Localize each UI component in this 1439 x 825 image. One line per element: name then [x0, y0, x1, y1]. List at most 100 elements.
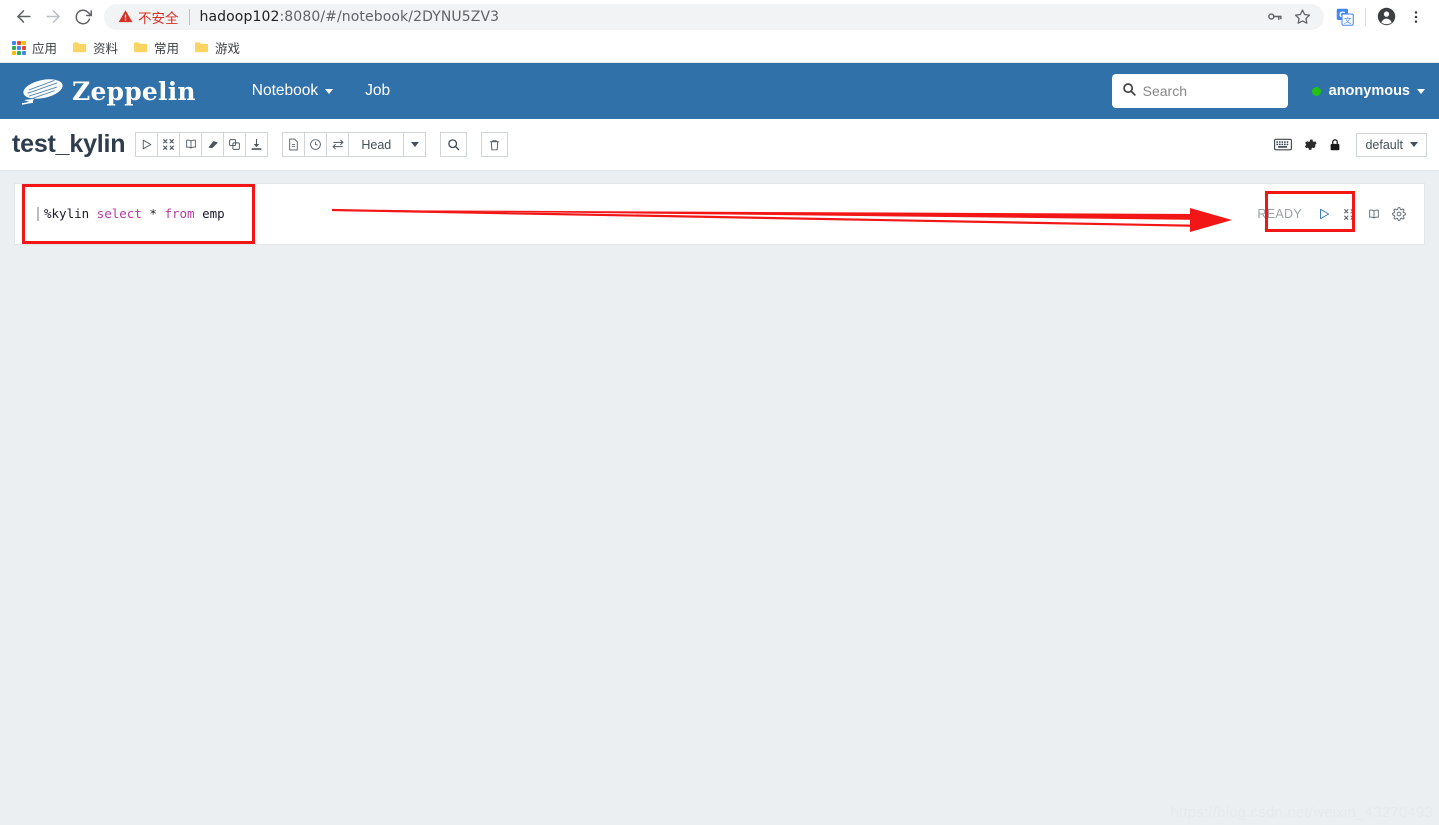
chevron-down-icon: [410, 142, 419, 147]
reload-icon[interactable]: [68, 2, 98, 32]
zeppelin-brand[interactable]: Zeppelin: [20, 74, 196, 108]
bookmark-label: 资料: [93, 41, 119, 56]
toggle-output-button[interactable]: [1363, 203, 1385, 225]
chevron-down-icon: [1417, 88, 1425, 94]
omnibox-actions: [1260, 4, 1318, 30]
run-all-paragraphs-button[interactable]: [135, 132, 159, 157]
warning-triangle-icon: [118, 9, 133, 24]
code-line: %kylin select * from emp: [37, 205, 225, 223]
notebook-action-group: [135, 132, 269, 157]
code-token-keyword-select: select: [96, 206, 142, 221]
paragraph-controls: READY: [1257, 184, 1424, 244]
search-code-button[interactable]: [440, 132, 468, 157]
compare-revisions-button[interactable]: [326, 132, 350, 157]
bookmark-label: 应用: [32, 41, 58, 56]
zeppelin-navbar: Zeppelin Notebook Job anonymous: [0, 63, 1439, 119]
security-warning-label: 不安全: [138, 10, 179, 27]
user-menu[interactable]: anonymous: [1311, 83, 1425, 99]
code-token-table: emp: [202, 206, 225, 221]
paragraph-row: %kylin select * from emp READY: [14, 183, 1425, 245]
interpreter-binding-label: default: [1365, 137, 1403, 152]
clone-notebook-button[interactable]: [223, 132, 247, 157]
browser-extensions: G文: [1324, 2, 1431, 32]
three-dot-menu-icon[interactable]: [1401, 2, 1431, 32]
forward-icon[interactable]: [38, 2, 68, 32]
search-input[interactable]: [1142, 83, 1278, 99]
bookmark-bar: 应用 资料 常用 游戏: [0, 33, 1439, 63]
run-paragraph-button[interactable]: [1313, 203, 1335, 225]
revision-history-button[interactable]: [304, 132, 328, 157]
code-token-star: *: [149, 206, 157, 221]
user-name-label: anonymous: [1328, 83, 1410, 99]
connection-status-dot: [1311, 86, 1321, 96]
toolbar-right-controls: default: [1270, 132, 1427, 157]
code-token-keyword-from: from: [164, 206, 195, 221]
delete-notebook-button[interactable]: [481, 132, 509, 157]
watermark: https://blog.csdn.net/weixin_43270493: [1170, 804, 1433, 821]
hide-editor-button[interactable]: [1338, 203, 1360, 225]
browser-chrome: 不安全 hadoop102:8080/#/notebook/2DYNU5ZV3 …: [0, 0, 1439, 63]
search-box[interactable]: [1111, 74, 1288, 108]
notebook-settings-icon[interactable]: [1296, 133, 1322, 157]
apps-grid-icon: [12, 40, 26, 55]
nav-link-label: Job: [365, 82, 391, 99]
nav-link-label: Notebook: [251, 82, 319, 99]
search-icon: [1122, 82, 1136, 101]
revision-dropdown-button[interactable]: [403, 132, 427, 157]
profile-avatar-icon[interactable]: [1371, 2, 1401, 32]
text-cursor: [37, 207, 39, 221]
notebook-permissions-icon[interactable]: [1322, 133, 1348, 157]
security-warning[interactable]: 不安全: [118, 7, 179, 27]
page-title[interactable]: test_kylin: [12, 130, 126, 159]
url-host: hadoop102: [199, 8, 280, 25]
folder-icon: [194, 41, 209, 54]
notebook-body: %kylin select * from emp READY: [0, 171, 1439, 245]
interpreter-binding-dropdown[interactable]: default: [1356, 132, 1427, 157]
bookmark-label: 游戏: [215, 41, 241, 56]
toggle-code-button[interactable]: [179, 132, 203, 157]
export-notebook-button[interactable]: [245, 132, 269, 157]
chevron-down-icon: [1410, 142, 1418, 147]
bookmark-folder-3[interactable]: 游戏: [192, 36, 248, 60]
browser-toolbar: 不安全 hadoop102:8080/#/notebook/2DYNU5ZV3 …: [0, 0, 1439, 33]
revision-label: Head: [361, 137, 392, 152]
bookmark-label: 常用: [154, 41, 180, 56]
url-text: hadoop102:8080/#/notebook/2DYNU5ZV3: [200, 9, 500, 25]
revision-head-button[interactable]: Head: [348, 132, 405, 157]
svg-text:文: 文: [1344, 15, 1352, 25]
bookmark-folder-1[interactable]: 资料: [70, 36, 126, 60]
navbar-links: Notebook Job: [236, 74, 406, 108]
bookmark-apps[interactable]: 应用: [10, 36, 65, 60]
navbar-right: anonymous: [1111, 74, 1425, 108]
nav-link-job[interactable]: Job: [349, 74, 406, 108]
version-control-group: Head: [282, 132, 427, 157]
back-icon[interactable]: [8, 2, 38, 32]
url-path: :8080/#/notebook/2DYNU5ZV3: [279, 8, 500, 25]
google-translate-icon[interactable]: G文: [1330, 2, 1360, 32]
code-token-magic: %kylin: [44, 206, 90, 221]
star-icon[interactable]: [1288, 4, 1316, 30]
key-icon[interactable]: [1260, 4, 1288, 30]
commit-button[interactable]: [282, 132, 306, 157]
bookmark-folder-2[interactable]: 常用: [131, 36, 187, 60]
chevron-down-icon: [325, 88, 334, 94]
extension-divider: [1365, 7, 1366, 26]
hide-output-button[interactable]: [157, 132, 181, 157]
omnibox-divider: [188, 8, 190, 25]
folder-icon: [72, 41, 87, 54]
zeppelin-blimp-icon: [20, 74, 66, 108]
clear-output-button[interactable]: [201, 132, 225, 157]
status-badge: READY: [1257, 207, 1302, 221]
notebook-toolbar: test_kylin Head default: [0, 119, 1439, 171]
address-bar[interactable]: 不安全 hadoop102:8080/#/notebook/2DYNU5ZV3: [104, 3, 1324, 30]
code-editor[interactable]: %kylin select * from emp: [15, 184, 1257, 244]
keyboard-shortcuts-icon[interactable]: [1270, 133, 1296, 157]
nav-link-notebook[interactable]: Notebook: [236, 74, 349, 108]
brand-wordmark: Zeppelin: [72, 76, 196, 106]
paragraph-settings-button[interactable]: [1388, 203, 1410, 225]
folder-icon: [133, 41, 148, 54]
